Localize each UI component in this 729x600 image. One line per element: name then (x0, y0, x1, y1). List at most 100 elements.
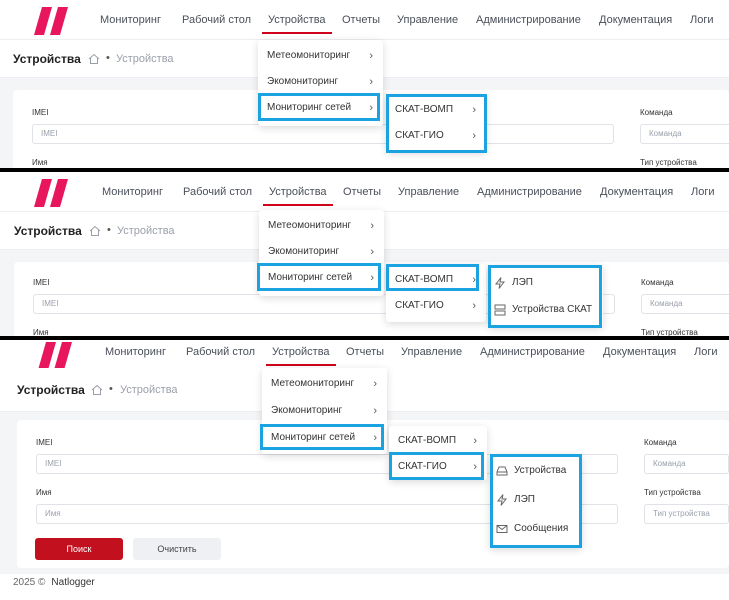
menu-item-label: СКАТ-ВОМП (395, 274, 454, 285)
page-title: Устройства (13, 52, 81, 66)
chevron-right-icon: › (473, 435, 477, 447)
nav-logs[interactable]: Логи (691, 172, 715, 212)
menu-gio-devices[interactable]: Устройства (490, 458, 582, 484)
lightning-icon (494, 277, 506, 289)
screenshot-panel-1: Мониторинг Рабочий стол Устройства Отчет… (0, 0, 729, 168)
nav-reports[interactable]: Отчеты (343, 172, 381, 212)
command-label: Команда (641, 278, 674, 287)
device-type-input[interactable]: Тип устройства (644, 504, 729, 524)
menu-item-label: СКАТ-ВОМП (398, 435, 457, 446)
menu-network-monitoring[interactable]: Мониторинг сетей › (258, 95, 383, 121)
nav-documentation[interactable]: Документация (600, 172, 673, 212)
menu-item-label: Устройства (514, 465, 567, 476)
menu-item-label: СКАТ-ГИО (395, 300, 444, 311)
menu-ecomonitoring[interactable]: Экомониторинг › (259, 239, 384, 265)
menu-item-label: Экомониторинг (267, 76, 339, 87)
nav-reports[interactable]: Отчеты (342, 0, 380, 40)
logo-icon (34, 7, 68, 35)
devices-dropdown: Метеомониторинг › Экомониторинг › Монитори… (259, 210, 384, 296)
nav-logs[interactable]: Логи (690, 0, 714, 40)
menu-gio-lep[interactable]: ЛЭП (490, 487, 582, 513)
home-icon[interactable] (89, 225, 101, 237)
screenshot-panel-2: Мониторинг Рабочий стол Устройства Отчет… (0, 172, 729, 336)
nav-administration[interactable]: Администрирование (476, 0, 581, 40)
breadcrumb-current: Устройства (120, 384, 178, 396)
chevron-right-icon: › (373, 405, 377, 417)
screenshot-panel-3: Мониторинг Рабочий стол Устройства Отчет… (0, 340, 729, 574)
nav-devices[interactable]: Устройства (263, 172, 333, 212)
menu-item-label: Устройства СКАТ (512, 304, 593, 315)
device-type-label: Тип устройства (640, 158, 697, 167)
menu-item-label: СКАТ-ГИО (395, 130, 444, 141)
nav-management[interactable]: Управление (397, 0, 458, 40)
nav-documentation[interactable]: Документация (599, 0, 672, 40)
skat-gio-submenu: Устройства ЛЭП Сообщения (490, 454, 582, 548)
hard-drive-icon (496, 466, 508, 476)
menu-skat-gio[interactable]: СКАТ-ГИО › (386, 123, 486, 149)
logo-icon (34, 179, 68, 207)
imei-input[interactable]: IMEI (32, 124, 614, 144)
devices-dropdown: Метеомониторинг › Экомониторинг › Монитори… (258, 40, 383, 126)
clear-button[interactable]: Очистить (133, 538, 221, 560)
breadcrumb-current: Устройства (116, 53, 174, 65)
page-title: Устройства (17, 383, 85, 397)
search-button[interactable]: Поиск (35, 538, 123, 560)
menu-item-label: Мониторинг сетей (267, 102, 352, 113)
menu-meteomonitoring[interactable]: Метеомониторинг › (258, 43, 383, 69)
chevron-right-icon: › (472, 300, 476, 312)
menu-network-monitoring[interactable]: Мониторинг сетей › (259, 265, 384, 291)
device-type-label: Тип устройства (644, 488, 701, 497)
home-icon[interactable] (91, 384, 103, 396)
name-label: Имя (36, 488, 52, 497)
menu-skat-vomp[interactable]: СКАТ-ВОМП › (386, 97, 486, 123)
menu-skat-vomp[interactable]: СКАТ-ВОМП › (386, 267, 486, 293)
top-navbar: Мониторинг Рабочий стол Устройства Отчет… (0, 172, 729, 212)
nav-devices[interactable]: Устройства (262, 0, 332, 40)
chevron-right-icon: › (472, 104, 476, 116)
name-label: Имя (33, 328, 49, 336)
command-label: Команда (640, 108, 673, 117)
menu-skat-vomp[interactable]: СКАТ-ВОМП › (389, 428, 487, 454)
chevron-right-icon: › (369, 76, 373, 88)
chevron-right-icon: › (472, 274, 476, 286)
menu-gio-messages[interactable]: Сообщения (490, 516, 582, 542)
menu-network-monitoring[interactable]: Мониторинг сетей › (262, 425, 387, 451)
menu-meteomonitoring[interactable]: Метеомониторинг › (262, 371, 387, 397)
devices-dropdown: Метеомониторинг › Экомониторинг › Монитори… (262, 368, 387, 454)
nav-desktop[interactable]: Рабочий стол (182, 0, 251, 40)
menu-item-label: Мониторинг сетей (268, 272, 353, 283)
nav-monitoring[interactable]: Мониторинг (100, 0, 161, 40)
nav-administration[interactable]: Администрирование (477, 172, 582, 212)
menu-item-label: Мониторинг сетей (271, 432, 356, 443)
home-icon[interactable] (88, 53, 100, 65)
menu-meteomonitoring[interactable]: Метеомониторинг › (259, 213, 384, 239)
skat-vomp-submenu: ЛЭП Устройства СКАТ (488, 265, 603, 327)
breadcrumb-separator: • (109, 383, 113, 395)
menu-ecomonitoring[interactable]: Экомониторинг › (262, 398, 387, 424)
nav-desktop[interactable]: Рабочий стол (183, 172, 252, 212)
chevron-right-icon: › (472, 130, 476, 142)
menu-skat-gio[interactable]: СКАТ-ГИО › (386, 293, 486, 319)
chevron-right-icon: › (369, 102, 373, 114)
device-type-label: Тип устройства (641, 328, 698, 336)
menu-skat-gio[interactable]: СКАТ-ГИО › (389, 454, 487, 480)
menu-vomp-lep[interactable]: ЛЭП (488, 270, 603, 296)
envelope-icon (496, 525, 508, 533)
command-label: Команда (644, 438, 677, 447)
chevron-right-icon: › (370, 220, 374, 232)
menu-item-label: Метеомониторинг (268, 220, 352, 231)
command-input[interactable]: Команда (641, 294, 729, 314)
chevron-right-icon: › (373, 378, 377, 390)
nav-management[interactable]: Управление (398, 172, 459, 212)
footer-brand[interactable]: Natlogger (51, 577, 94, 588)
network-submenu: СКАТ-ВОМП › СКАТ-ГИО › (386, 94, 486, 152)
menu-ecomonitoring[interactable]: Экомониторинг › (258, 69, 383, 95)
command-input[interactable]: Команда (640, 124, 729, 144)
imei-label: IMEI (36, 438, 53, 447)
logo-icon (38, 342, 72, 370)
nav-monitoring[interactable]: Мониторинг (102, 172, 163, 212)
imei-label: IMEI (32, 108, 49, 117)
menu-item-label: ЛЭП (514, 494, 535, 505)
menu-vomp-devices[interactable]: Устройства СКАТ (488, 297, 603, 323)
command-input[interactable]: Команда (644, 454, 729, 474)
